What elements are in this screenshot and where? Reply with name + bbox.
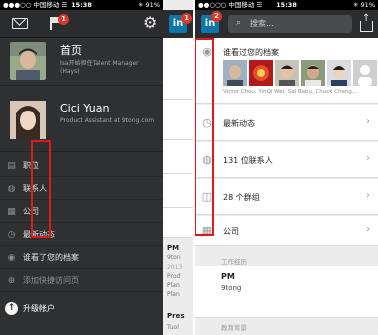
avatar — [10, 101, 46, 139]
side-menu: ●●●○○ 中国移动 ☰ 15:38 ✳ 91% 1 ⚙ 首页 Isa开始担任T — [0, 0, 163, 335]
avatar — [10, 42, 46, 80]
menu-item-add-shortcut[interactable]: ⊕ 添加快捷访问页 — [0, 271, 163, 292]
row-label: 28 个群组 — [223, 193, 260, 202]
search-input[interactable]: ⌕ 搜索... — [228, 15, 352, 33]
menu-item-profile-viewers[interactable]: ◉ 谁看了您的档案 — [0, 248, 163, 269]
peek-job-title: Pres — [167, 312, 185, 320]
section-title: 教育背景 — [221, 324, 247, 332]
clock-icon: ◷ — [7, 230, 16, 240]
share-icon[interactable] — [360, 13, 373, 32]
section-title: 工作经历 — [221, 258, 247, 266]
top-bar: in 2 ⌕ 搜索... — [195, 10, 378, 38]
peek-card — [163, 208, 193, 238]
row-label: 最新动态 — [223, 119, 255, 128]
peek-text: Prod — [167, 273, 181, 280]
notification-badge: 2 — [211, 11, 222, 22]
peek-company: Tuol — [167, 324, 179, 331]
upgrade-label: 升级帐户 — [23, 304, 55, 313]
peek-company: 9ton — [167, 254, 181, 261]
search-placeholder: 搜索... — [250, 19, 274, 28]
peek-card — [163, 38, 193, 100]
notification-badge: 1 — [181, 13, 192, 24]
peeking-content: in 1 PM 9ton 2013 Prod Plan Plan Pres Tu… — [163, 0, 193, 335]
peek-year: 2013 — [167, 264, 183, 271]
experience-card[interactable]: PM 9tong — [195, 266, 378, 318]
profile-name: 首页 — [60, 44, 82, 57]
clock: 15:38 — [276, 1, 297, 9]
menu-item-companies[interactable]: ▦ 公司 — [0, 202, 163, 223]
viewer-avatar — [353, 60, 377, 86]
viewers-label: 谁看过您的档案 — [223, 48, 279, 57]
carrier: ●●○○○ 中国移动 ☰ — [198, 1, 263, 9]
gear-icon[interactable]: ⚙ — [143, 15, 157, 31]
peek-text: Plan — [167, 282, 180, 289]
mail-icon[interactable] — [12, 18, 28, 29]
briefcase-icon: ▤ — [7, 161, 16, 171]
menu-item-updates[interactable]: ◷ 最新动态 — [0, 225, 163, 246]
upgrade-account-button[interactable]: ↑ 升级帐户 — [0, 296, 163, 322]
carrier: ●●●○○ 中国移动 ☰ — [3, 1, 68, 9]
profile-subtitle: Product Assistant at 9tong.com — [60, 117, 155, 124]
peek-job-title: PM — [167, 244, 180, 252]
home-profile[interactable]: 首页 Isa开始担任Talent Manager (Hays) — [0, 38, 163, 84]
chevron-right-icon: › — [366, 153, 370, 164]
highlight-box — [31, 140, 51, 238]
row-label: 131 位联系人 — [223, 156, 273, 165]
battery: ✳ 91% — [138, 1, 160, 9]
job-title: PM — [221, 272, 235, 281]
job-company: 9tong — [221, 284, 242, 292]
viewer-avatar — [223, 60, 247, 86]
peek-card — [163, 174, 193, 208]
battery: ✳ 91% — [353, 1, 375, 9]
peek-text: Plan — [167, 291, 180, 298]
viewer-avatar — [249, 60, 273, 86]
menu-item-label: 谁看了您的档案 — [23, 253, 79, 262]
search-icon: ⌕ — [236, 18, 242, 28]
row-groups[interactable]: ◫ 28 个群组 › — [195, 179, 378, 215]
section-header-experience: 工作经历 — [195, 254, 378, 266]
peek-card — [163, 140, 193, 174]
row-label: 公司 — [223, 227, 239, 236]
viewer-avatar — [327, 60, 351, 86]
status-bar: ●●○○○ 中国移动 ☰ 15:38 ✳ 91% — [195, 0, 378, 10]
status-bar: ●●●○○ 中国移动 ☰ 15:38 ✳ 91% — [0, 0, 163, 10]
plus-icon: ⊕ — [7, 276, 16, 286]
row-recent-updates[interactable]: ◷ 最新动态 › — [195, 105, 378, 141]
row-connections[interactable]: ◍ 131 位联系人 › — [195, 142, 378, 178]
building-icon: ▦ — [7, 207, 16, 217]
chevron-right-icon: › — [366, 224, 370, 235]
viewer-names: Victor Chou, YinQi Wei, Sai Babu, Chuck … — [223, 89, 359, 95]
profile-subtitle: Isa开始担任Talent Manager (Hays) — [60, 60, 139, 75]
highlight-box — [195, 38, 214, 236]
user-profile[interactable]: Cici Yuan Product Assistant at 9tong.com — [0, 96, 163, 148]
chevron-right-icon: › — [366, 190, 370, 201]
contacts-icon: ◍ — [7, 184, 16, 194]
divider — [0, 85, 163, 86]
profile-viewers-card[interactable]: ◉ 谁看过您的档案 Victor Chou, YinQi Wei, Sai Ba… — [195, 38, 378, 104]
menu-item-jobs[interactable]: ▤ 职位 — [0, 156, 163, 177]
notification-badge: 1 — [58, 14, 69, 25]
eye-icon: ◉ — [7, 253, 16, 263]
left-phone: ●●●○○ 中国移动 ☰ 15:38 ✳ 91% 1 ⚙ 首页 Isa开始担任T — [0, 0, 193, 335]
comparison-screenshot: ●●●○○ 中国移动 ☰ 15:38 ✳ 91% 1 ⚙ 首页 Isa开始担任T — [0, 0, 378, 335]
upgrade-arrow-icon: ↑ — [5, 302, 18, 315]
row-companies[interactable]: ▦ 公司 › — [195, 216, 378, 246]
peek-card — [163, 100, 193, 140]
menu-item-contacts[interactable]: ◍ 联系人 — [0, 179, 163, 200]
profile-name: Cici Yuan — [60, 102, 110, 115]
menu-item-label: 添加快捷访问页 — [23, 276, 79, 285]
viewer-avatar — [275, 60, 299, 86]
clock: 15:38 — [71, 1, 92, 9]
viewer-avatar — [301, 60, 325, 86]
section-header-education: 教育背景 — [195, 320, 378, 332]
chevron-right-icon: › — [366, 116, 370, 127]
right-phone: ●●○○○ 中国移动 ☰ 15:38 ✳ 91% in 2 ⌕ 搜索... ◉ … — [195, 0, 378, 335]
divider — [0, 151, 163, 152]
